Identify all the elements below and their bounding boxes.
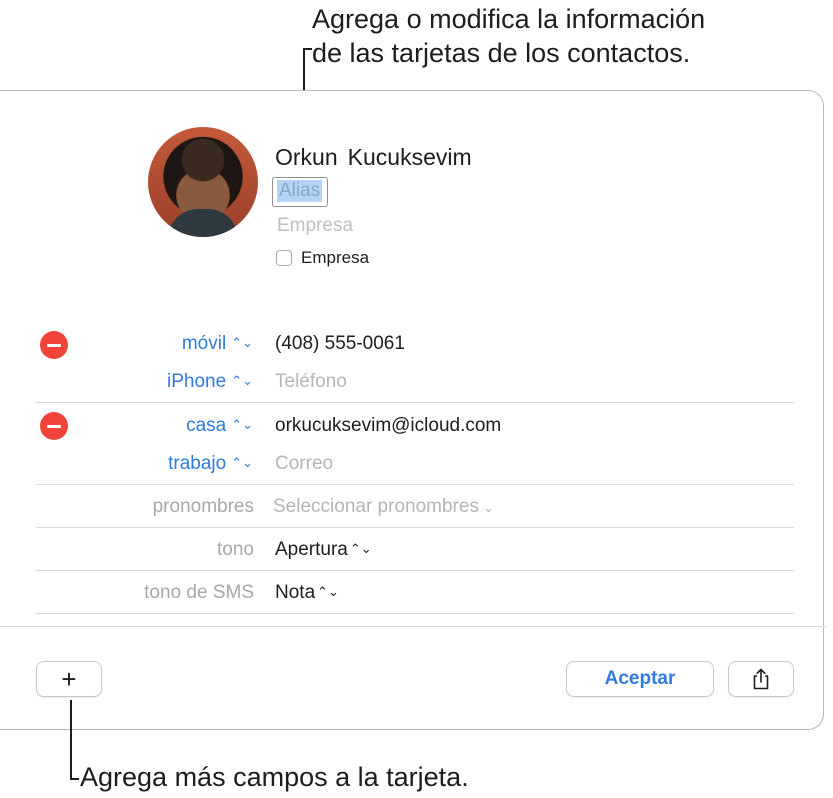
email-value-1[interactable]: orkucuksevim@icloud.com [275,415,501,437]
ringtone-value: Apertura [275,539,348,560]
divider [36,484,794,485]
email-label-1: casa [186,415,227,436]
alias-field[interactable]: Alias [272,177,328,207]
chevron-up-down-icon: ⌃⌄ [231,455,253,470]
chevron-up-down-icon: ⌃⌄ [349,541,372,556]
contact-name[interactable]: Orkun Kucuksevim [275,144,472,171]
company-checkbox-label: Empresa [301,248,370,267]
callout-edit-info: Agrega o modifica la información de las … [312,2,705,70]
divider [36,570,794,571]
remove-phone-button[interactable] [40,331,68,359]
accept-button[interactable]: Aceptar [566,661,714,697]
phone-label-select-2[interactable]: iPhone ⌃⌄ [167,371,253,393]
email-label-select-2[interactable]: trabajo ⌃⌄ [168,453,253,475]
phone-label-2: iPhone [167,371,227,392]
email-label-select-1[interactable]: casa ⌃⌄ [186,415,253,437]
share-button[interactable] [728,661,794,697]
text-tone-value: Nota [275,582,316,603]
divider [36,527,794,528]
phone-label-1: móvil [181,333,227,354]
footer-divider [0,626,826,627]
callout-leader-tick [303,48,312,50]
email-value-2[interactable]: Correo [275,453,333,475]
pronouns-value: Seleccionar pronombres [273,496,479,517]
company-field[interactable]: Empresa [277,215,353,237]
pronouns-label: pronombres [152,496,254,517]
contact-card-window [0,90,824,730]
phone-value-1[interactable]: (408) 555-0061 [275,333,405,355]
pronouns-select[interactable]: Seleccionar pronombres ⌄ [273,496,494,518]
callout-add-fields: Agrega más campos a la tarjeta. [80,762,469,792]
callout-leader-tick [70,778,79,780]
chevron-down-icon: ⌄ [482,500,494,515]
callout-edit-info-line1: Agrega o modifica la información [312,4,706,34]
first-name-field[interactable]: Orkun [275,144,338,170]
last-name-field[interactable]: Kucuksevim [348,144,472,170]
chevron-up-down-icon: ⌃⌄ [317,584,339,599]
phone-value-2[interactable]: Teléfono [275,371,347,393]
company-checkbox[interactable] [276,250,292,266]
email-label-2: trabajo [168,453,227,474]
share-icon [753,668,769,690]
chevron-up-down-icon: ⌃⌄ [231,373,253,388]
ringtone-label: tono [217,539,254,560]
text-tone-select[interactable]: Nota ⌃⌄ [275,582,339,604]
callout-edit-info-line2: de las tarjetas de los contactos. [312,38,691,68]
company-checkbox-row[interactable]: Empresa [276,248,369,268]
phone-label-select-1[interactable]: móvil ⌃⌄ [182,333,253,355]
callout-leader-line [70,700,72,780]
divider [36,613,794,614]
chevron-up-down-icon: ⌃⌄ [231,335,253,350]
contact-avatar[interactable] [148,127,258,237]
add-field-button[interactable]: + [36,661,102,697]
chevron-up-down-icon: ⌃⌄ [231,417,253,432]
divider [36,402,794,403]
ringtone-select[interactable]: Apertura ⌃⌄ [275,539,372,561]
remove-email-button[interactable] [40,412,68,440]
text-tone-label: tono de SMS [144,582,254,603]
alias-placeholder: Alias [277,180,323,202]
